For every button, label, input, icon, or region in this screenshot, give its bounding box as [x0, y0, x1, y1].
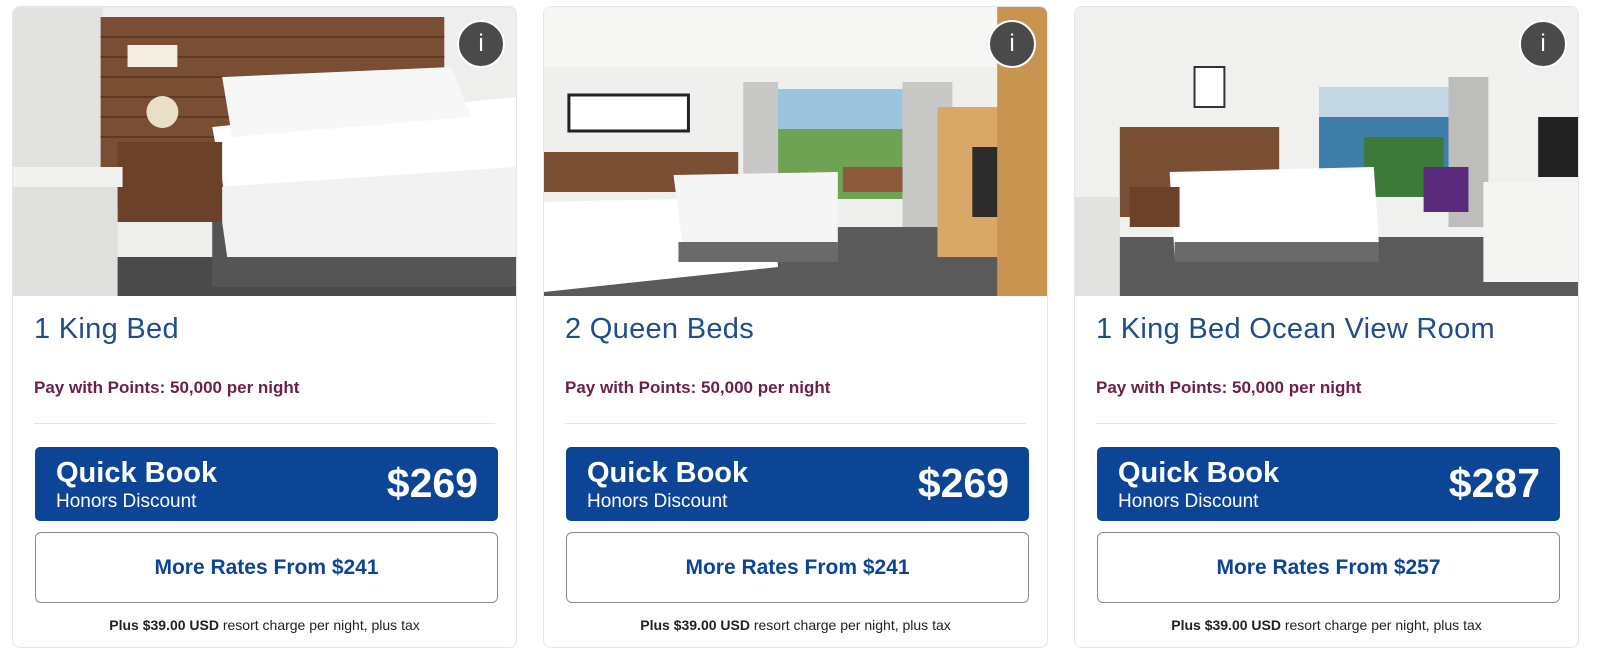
room-info-button[interactable]: i [1519, 20, 1567, 68]
resort-charge-text: resort charge per night, plus tax [222, 617, 420, 633]
resort-charge-amount: Plus $39.00 USD [1171, 617, 1281, 633]
quick-book-label: Quick Book [587, 457, 749, 489]
divider [565, 423, 1026, 424]
room-cards: i 1 King Bed Pay with Points: 50,000 per… [0, 0, 1600, 659]
points-rate: Pay with Points: 50,000 per night [1096, 378, 1362, 397]
resort-charge-note: Plus $39.00 USD resort charge per night,… [13, 617, 516, 633]
room-info-button[interactable]: i [457, 20, 505, 68]
more-rates-button[interactable]: More Rates From $241 [35, 532, 498, 603]
room-card: i 1 King Bed Ocean View Room Pay with Po… [1074, 6, 1579, 648]
divider [1096, 423, 1557, 424]
quick-book-button[interactable]: Quick Book Honors Discount $287 [1097, 447, 1560, 521]
rate-name: Honors Discount [1118, 491, 1259, 512]
room-title[interactable]: 1 King Bed Ocean View Room [1096, 313, 1495, 346]
room-title[interactable]: 2 Queen Beds [565, 313, 754, 346]
quick-book-button[interactable]: Quick Book Honors Discount $269 [566, 447, 1029, 521]
room-title[interactable]: 1 King Bed [34, 313, 179, 346]
points-rate: Pay with Points: 50,000 per night [34, 378, 300, 397]
quick-book-button[interactable]: Quick Book Honors Discount $269 [35, 447, 498, 521]
room-photo-ocean-view[interactable] [1075, 7, 1578, 296]
more-rates-button[interactable]: More Rates From $241 [566, 532, 1029, 603]
price: $269 [386, 460, 478, 506]
resort-charge-amount: Plus $39.00 USD [109, 617, 219, 633]
rate-name: Honors Discount [56, 491, 197, 512]
room-photo-king[interactable] [13, 7, 516, 296]
room-photo-queen[interactable] [544, 7, 1047, 296]
resort-charge-text: resort charge per night, plus tax [1284, 617, 1482, 633]
resort-charge-amount: Plus $39.00 USD [640, 617, 750, 633]
price: $287 [1448, 460, 1540, 506]
room-info-button[interactable]: i [988, 20, 1036, 68]
room-card: i 2 Queen Beds Pay with Points: 50,000 p… [543, 6, 1048, 648]
resort-charge-text: resort charge per night, plus tax [753, 617, 951, 633]
more-rates-button[interactable]: More Rates From $257 [1097, 532, 1560, 603]
resort-charge-note: Plus $39.00 USD resort charge per night,… [1075, 617, 1578, 633]
rate-name: Honors Discount [587, 491, 728, 512]
resort-charge-note: Plus $39.00 USD resort charge per night,… [544, 617, 1047, 633]
room-card: i 1 King Bed Pay with Points: 50,000 per… [12, 6, 517, 648]
price: $269 [917, 460, 1009, 506]
divider [34, 423, 495, 424]
quick-book-label: Quick Book [1118, 457, 1280, 489]
quick-book-label: Quick Book [56, 457, 218, 489]
points-rate: Pay with Points: 50,000 per night [565, 378, 831, 397]
